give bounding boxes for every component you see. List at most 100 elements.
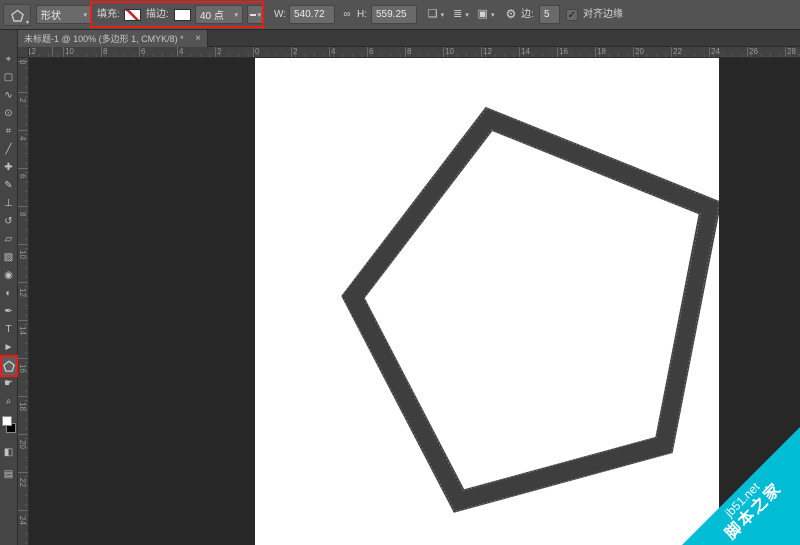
ruler-v-label: 22: [18, 478, 27, 487]
document-tab[interactable]: 未标题-1 @ 100% (多边形 1, CMYK/8) * ×: [18, 30, 208, 47]
link-dimensions-icon[interactable]: ∞: [340, 5, 354, 24]
ruler-h-label: 14: [521, 47, 530, 56]
photoshop-window: ▾ 形状 ▾ 填充: 描边: 40 点 ▾ ▾ W: 540.72 ∞ H: 5…: [0, 0, 800, 545]
ruler-h-label: 16: [559, 47, 568, 56]
vertical-ruler[interactable]: 024681012141618202224: [18, 58, 29, 545]
height-field-label: H:: [357, 0, 367, 30]
pen-tool[interactable]: ✒: [0, 303, 17, 321]
ruler-v-label: 12: [18, 288, 27, 297]
document-tab-title: 未标题-1 @ 100% (多边形 1, CMYK/8) *: [24, 31, 184, 47]
ruler-v-label: 0: [18, 60, 27, 64]
ruler-h-label: 22: [673, 47, 682, 56]
align-edges-label: 对齐边缘: [583, 0, 623, 30]
polygon-shape-tool[interactable]: [0, 357, 17, 375]
sides-input[interactable]: 5: [539, 5, 560, 24]
ruler-h-label: 18: [597, 47, 606, 56]
hand-tool[interactable]: ☛: [0, 375, 17, 393]
width-field-label: W:: [274, 0, 286, 30]
height-input[interactable]: 559.25: [371, 5, 417, 24]
eraser-tool[interactable]: ▱: [0, 231, 17, 249]
width-input[interactable]: 540.72: [289, 5, 335, 24]
document-canvas[interactable]: [255, 58, 719, 545]
ruler-h-label: 0: [255, 47, 259, 56]
history-brush-tool[interactable]: ↺: [0, 213, 17, 231]
polygon-tool-icon: [11, 9, 24, 22]
align-edges-checkbox[interactable]: ✓: [566, 9, 578, 21]
height-value: 559.25: [376, 9, 407, 20]
ruler-h-label: 4: [331, 47, 335, 56]
ruler-h-label: 24: [711, 47, 720, 56]
ruler-h-label: 6: [141, 47, 145, 56]
shape-mode-select[interactable]: 形状 ▾: [36, 5, 92, 24]
healing-brush-tool[interactable]: ✚: [0, 159, 17, 177]
ruler-h-label: 10: [65, 47, 74, 56]
ruler-h-label: 28: [787, 47, 796, 56]
ruler-h-label: 8: [407, 47, 411, 56]
screen-mode-button[interactable]: ▤: [0, 466, 17, 484]
gradient-tool[interactable]: ▨: [0, 249, 17, 267]
ruler-v-label: 8: [18, 212, 27, 216]
dodge-tool[interactable]: ◐: [0, 285, 17, 303]
ruler-v-label: 6: [18, 174, 27, 178]
ruler-h-label: 26: [749, 47, 758, 56]
tool-preset-button[interactable]: ▾: [3, 4, 31, 26]
path-operations-button[interactable]: ❏▾: [426, 5, 446, 24]
options-bar: ▾ 形状 ▾ 填充: 描边: 40 点 ▾ ▾ W: 540.72 ∞ H: 5…: [0, 0, 800, 30]
path-arrange-button[interactable]: ▣▾: [476, 5, 496, 24]
ruler-h-label: 8: [103, 47, 107, 56]
width-value: 540.72: [294, 9, 325, 20]
eyedropper-tool[interactable]: ╱: [0, 141, 17, 159]
path-alignment-icon: ≣: [453, 8, 462, 20]
ruler-h-label: 2: [217, 47, 221, 56]
marquee-tool[interactable]: ▢: [0, 69, 17, 87]
chevron-down-icon: ▾: [257, 11, 261, 19]
fill-label: 填充:: [97, 0, 120, 30]
close-icon[interactable]: ×: [195, 31, 201, 47]
ruler-corner: [18, 47, 29, 58]
lasso-tool[interactable]: ∿: [0, 87, 17, 105]
tab-bar: 未标题-1 @ 100% (多边形 1, CMYK/8) * ×: [18, 30, 800, 47]
chevron-down-icon: ▾: [234, 11, 238, 19]
clone-stamp-tool[interactable]: ⊥: [0, 195, 17, 213]
brush-tool[interactable]: ✎: [0, 177, 17, 195]
quick-selection-tool[interactable]: ⊙: [0, 105, 17, 123]
foreground-color-swatch[interactable]: [2, 416, 12, 426]
stroke-width-value: 40 点: [200, 7, 224, 22]
stroke-style-select[interactable]: ▾: [247, 5, 264, 24]
sides-value: 5: [544, 9, 550, 20]
crop-tool[interactable]: ⌗: [0, 123, 17, 141]
chevron-down-icon: ▾: [26, 19, 29, 26]
sides-label: 边:: [521, 0, 534, 30]
path-selection-tool[interactable]: ►: [0, 339, 17, 357]
blur-tool[interactable]: ◉: [0, 267, 17, 285]
ruler-v-label: 16: [18, 364, 27, 373]
ruler-h-label: 12: [483, 47, 492, 56]
path-arrange-icon: ▣: [478, 8, 488, 20]
ruler-v-label: 4: [18, 136, 27, 140]
chevron-down-icon: ▾: [441, 12, 445, 19]
path-alignment-button[interactable]: ≣▾: [451, 5, 471, 24]
path-operations-icon: ❏: [428, 8, 438, 20]
pentagon-shape[interactable]: [255, 58, 719, 545]
ruler-v-label: 18: [18, 402, 27, 411]
chevron-down-icon: ▾: [465, 12, 469, 19]
type-tool[interactable]: T: [0, 321, 17, 339]
ruler-v-label: 24: [18, 516, 27, 525]
ruler-v-label: 14: [18, 326, 27, 335]
chevron-down-icon: ▾: [83, 11, 87, 19]
stroke-width-select[interactable]: 40 点 ▾: [195, 5, 243, 24]
zoom-tool[interactable]: ⌕: [0, 393, 17, 411]
ruler-h-label: 6: [369, 47, 373, 56]
ruler-v-label: 20: [18, 440, 27, 449]
stroke-swatch-button[interactable]: [174, 9, 191, 21]
quick-mask-button[interactable]: ◧: [0, 444, 17, 462]
fill-swatch-button[interactable]: [124, 9, 141, 21]
watermark-ribbon: [682, 427, 800, 545]
ruler-h-label: 20: [635, 47, 644, 56]
ruler-h-label: 12: [29, 47, 36, 56]
ruler-h-label: 4: [179, 47, 183, 56]
gear-icon[interactable]: ⚙: [503, 5, 519, 24]
horizontal-ruler[interactable]: 121086420246810121416182022242628: [29, 47, 800, 58]
stroke-style-icon: [250, 14, 256, 16]
move-tool[interactable]: ⌖: [0, 51, 17, 69]
